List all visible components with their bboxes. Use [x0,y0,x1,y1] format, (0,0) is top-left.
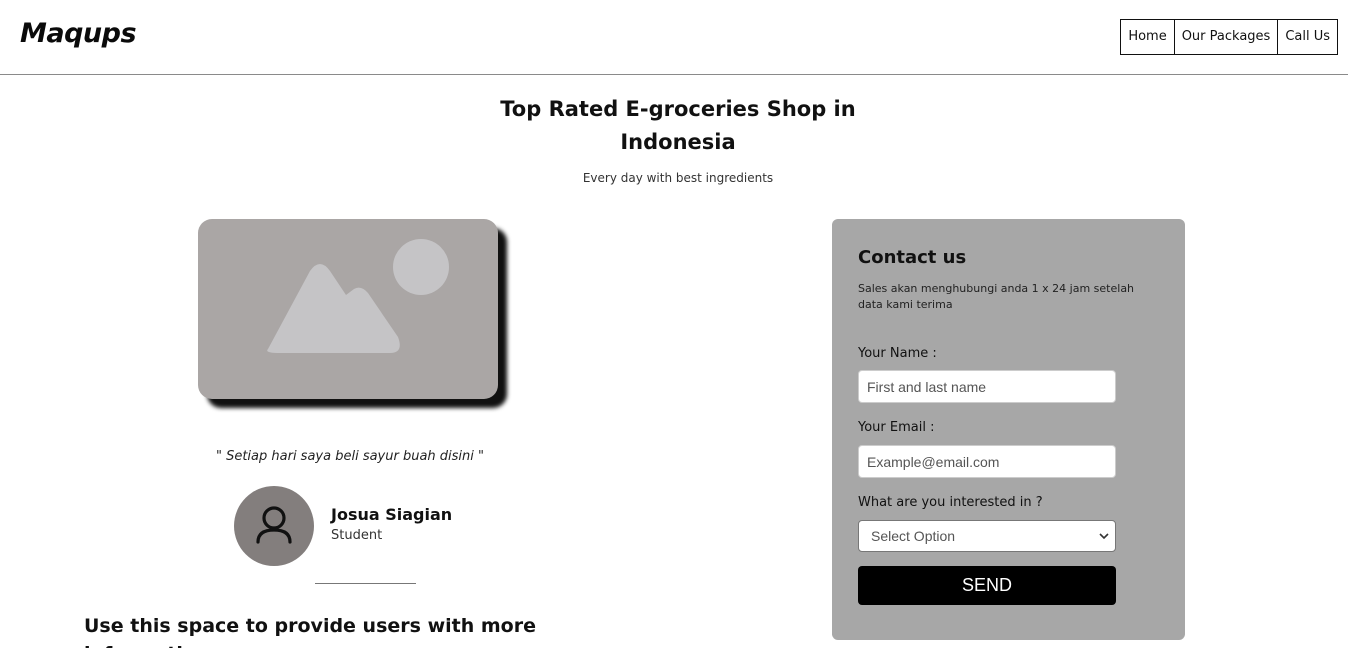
email-field[interactable] [858,445,1116,478]
chevron-down-icon [1099,521,1109,551]
interest-select-value: Select Option [871,528,956,544]
image-placeholder-icon [267,239,449,353]
site-header: Maqups Home Our Packages Call Us [0,0,1348,75]
interest-select[interactable]: Select Option [858,520,1116,552]
contact-description: Sales akan menghubungi anda 1 x 24 jam s… [858,282,1135,311]
interest-label: What are you interested in ? [858,495,1043,510]
nav-home-link[interactable]: Home [1120,19,1175,55]
contact-form: Contact us Sales akan menghubungi anda 1… [832,219,1185,640]
send-button[interactable]: SEND [858,566,1116,605]
avatar [234,486,314,566]
nav-call-us-link[interactable]: Call Us [1277,19,1338,55]
testimonial-role: Student [331,528,383,543]
user-icon [256,506,292,544]
testimonial-image [198,219,498,399]
name-field[interactable] [858,370,1116,403]
hero-title: Top Rated E-groceries Shop in Indonesia [500,97,856,154]
hero-subtitle: Every day with best ingredients [582,171,774,185]
name-label: Your Name : [858,346,937,361]
contact-title: Contact us [858,247,967,268]
nav-packages-link[interactable]: Our Packages [1173,19,1279,55]
main-nav: Home Our Packages Call Us [1120,19,1338,55]
divider [315,583,416,584]
testimonial-quote: " Setiap hari saya beli sayur buah disin… [215,449,485,464]
info-text: Use this space to provide users with mor… [84,615,536,648]
testimonial-name: Josua Siagian [331,505,453,524]
logo[interactable]: Maqups [20,18,137,49]
email-label: Your Email : [858,420,935,435]
